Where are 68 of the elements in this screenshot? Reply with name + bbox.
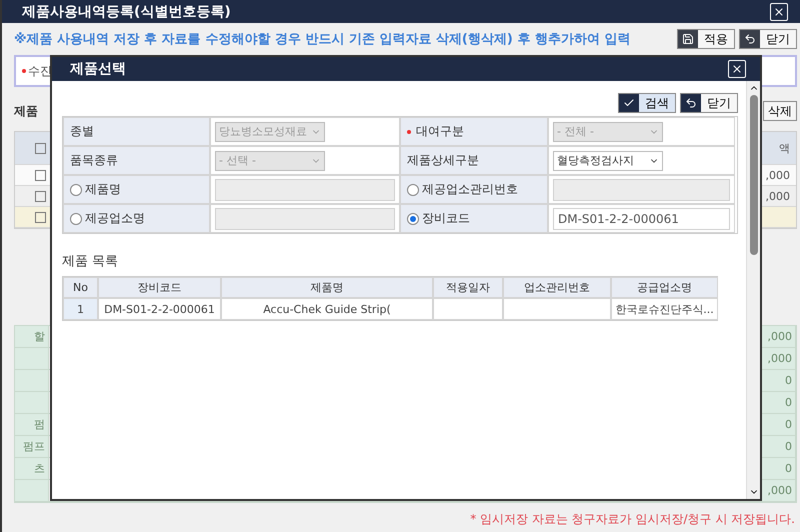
dropdown[interactable]: 혈당측정검사지 (553, 150, 663, 170)
dropdown-value: 혈당측정검사지 (557, 153, 634, 168)
footnote-text: * 임시저장 자료는 청구자료가 임시저장/청구 시 저장됩니다. (469, 511, 796, 528)
table-cell[interactable]: 1 (63, 298, 98, 320)
dropdown-value: - 선택 - (219, 153, 256, 168)
amount-cell: ,000 (766, 168, 790, 182)
amount-cell: ,000 (766, 190, 790, 202)
close-button[interactable] (728, 60, 746, 78)
column-header: 액 (779, 140, 790, 156)
dropdown-value: - 전체 - (557, 124, 594, 139)
save-icon (682, 33, 694, 45)
column-header: 제품명 (221, 277, 433, 298)
summary-label-cell: 펌프 (15, 436, 49, 457)
table-cell[interactable]: 한국로슈진단주식... (611, 298, 718, 320)
close-button[interactable] (770, 2, 788, 20)
filter-label-text: 종별 (70, 123, 94, 140)
toolbar-button[interactable]: 닫기 (739, 29, 797, 49)
column-header: 적용일자 (433, 277, 503, 298)
column-header: 장비코드 (98, 277, 221, 298)
input-field[interactable] (215, 178, 395, 200)
dialog-button[interactable]: 검색 (618, 93, 676, 113)
dropdown-value: 당뇨병소모성재료 (219, 124, 307, 139)
column-header: 공급업소명 (611, 277, 718, 298)
column-header: 업소관리번호 (503, 277, 611, 298)
checkbox[interactable] (35, 212, 46, 222)
back-arrow-icon (744, 33, 756, 45)
table-cell[interactable]: Accu-Chek Guide Strip( (221, 298, 433, 320)
filter-label-text: 제공업소명 (85, 210, 145, 227)
radio-button[interactable] (407, 184, 419, 196)
filter-label-text: 제공업소관리번호 (422, 181, 518, 198)
dialog-title: 제품선택 (70, 60, 126, 78)
list-title: 제품 목록 (62, 253, 120, 270)
input-field[interactable] (215, 208, 395, 230)
delete-row-button[interactable]: 삭제 (763, 101, 797, 121)
summary-label-cell: 할 (15, 326, 49, 347)
required-mark (407, 130, 411, 134)
close-icon (773, 6, 785, 18)
checkbox[interactable] (35, 170, 46, 180)
filter-label-text: 대여구분 (416, 123, 464, 140)
input-field[interactable] (553, 178, 730, 200)
notice-text: ※제품 사용내역 저장 후 자료를 수정해야할 경우 반드시 기존 입력자료 삭제(행삭제) 후 행추가하여 입력 (14, 31, 630, 48)
scrollbar[interactable] (746, 81, 760, 499)
table-cell[interactable] (433, 298, 503, 320)
dialog-button[interactable]: 닫기 (680, 93, 738, 113)
radio-button[interactable] (407, 212, 419, 224)
window-title: 제품사용내역등록(식별번호등록) (22, 2, 231, 20)
summary-label-cell: 펌 (15, 414, 49, 435)
toolbar-button[interactable]: 적용 (677, 29, 735, 49)
close-icon (731, 63, 743, 75)
checkbox[interactable] (35, 142, 46, 154)
radio-button[interactable] (70, 212, 82, 224)
table-cell[interactable] (503, 298, 611, 320)
table-cell[interactable]: DM-S01-2-2-000061 (98, 298, 221, 320)
column-header: No (63, 277, 98, 298)
filter-label-text: 장비코드 (422, 210, 470, 227)
input-field[interactable]: DM-S01-2-2-000061 (553, 208, 730, 230)
required-mark (22, 69, 26, 73)
check-icon (623, 97, 635, 109)
back-arrow-icon (685, 97, 697, 109)
scrollbar-thumb[interactable] (750, 95, 758, 255)
filter-label-text: 제품명 (85, 181, 121, 198)
filter-label-text: 제품상세구분 (407, 152, 479, 169)
checkbox[interactable] (35, 190, 46, 202)
section-label: 제품 (14, 102, 38, 120)
radio-button[interactable] (70, 184, 82, 196)
field-label: 수진 (28, 62, 52, 80)
summary-label-cell: 츠 (15, 458, 49, 479)
filter-label-text: 품목종류 (70, 152, 118, 169)
